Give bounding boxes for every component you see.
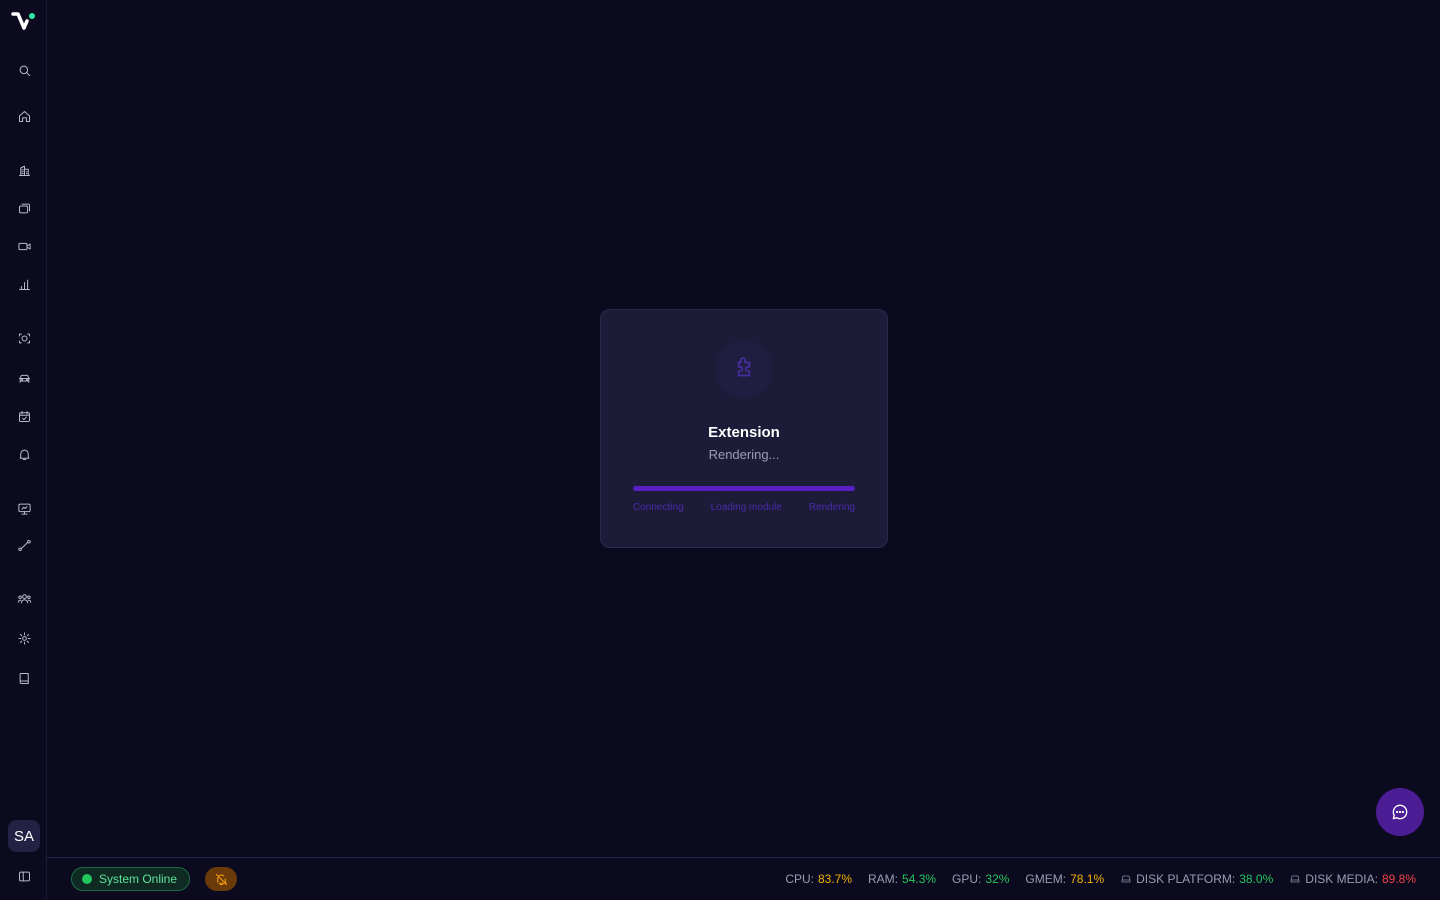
metric-value: 38.0% [1239,872,1274,886]
route-icon [17,539,31,551]
metric-label: RAM: [868,872,899,886]
layers-icon [18,203,30,213]
metric-label: DISK PLATFORM: [1136,872,1236,886]
sidebar-item-schedule[interactable] [12,404,36,428]
loader-icon-wrapper [715,340,773,398]
sidebar-item-docs[interactable] [12,666,36,690]
metric-label: DISK MEDIA: [1305,872,1378,886]
chat-bubble-icon [1392,804,1408,820]
users-icon [17,593,31,603]
notifications-muted-button[interactable] [205,867,237,891]
chat-button[interactable] [1376,788,1424,836]
sidebar-item-buildings[interactable] [12,158,36,182]
search-icon [19,65,30,76]
bar-chart-icon [18,279,30,290]
loader-step: Loading module [710,502,782,513]
metric-disk-media: DISK MEDIA: 89.8% [1289,872,1416,886]
building-icon [18,165,30,176]
sidebar-item-search[interactable] [12,58,36,82]
avatar[interactable]: SA [8,820,40,852]
bell-off-icon [215,873,227,885]
sidebar-item-analytics[interactable] [12,272,36,296]
metric-disk-platform: DISK PLATFORM: 38.0% [1120,872,1273,886]
puzzle-icon [737,357,751,377]
book-icon [19,672,29,684]
sidebar: SA [0,0,47,900]
loader-steps: Connecting Loading module Rendering [633,502,855,513]
bell-icon [19,449,29,460]
metric-value: 54.3% [902,872,937,886]
monitor-chart-icon [17,503,31,515]
metric-value: 78.1% [1070,872,1105,886]
metric-gmem: GMEM: 78.1% [1025,872,1104,886]
logo-icon [11,12,35,30]
home-icon [18,110,30,122]
metric-value: 89.8% [1381,872,1416,886]
loader-progress-fill [633,486,855,491]
metric-gpu: GPU: 32% [952,872,1009,886]
online-dot-icon [82,874,92,884]
hard-drive-icon [1121,875,1131,883]
status-bar: System Online CPU: 83.7% RAM: 54.3% GPU:… [47,857,1440,900]
sidebar-item-vehicles[interactable] [12,366,36,390]
sidebar-item-settings[interactable] [12,626,36,650]
sidebar-item-face-scan[interactable] [12,326,36,350]
metric-ram: RAM: 54.3% [868,872,936,886]
metric-value: 83.7% [817,872,853,886]
sidebar-collapse-button[interactable] [12,864,36,888]
calendar-check-icon [18,410,30,422]
video-camera-icon [17,242,31,250]
metric-label: CPU: [785,872,814,886]
system-metrics: CPU: 83.7% RAM: 54.3% GPU: 32% GMEM: 78.… [785,858,1416,900]
sidebar-item-users[interactable] [12,586,36,610]
hard-drive-icon [1290,875,1300,883]
car-icon [18,374,30,383]
loader-step: Connecting [633,502,684,513]
extension-loader-card: Extension Rendering... Connecting Loadin… [600,309,888,548]
sidebar-toggle-icon [18,871,30,881]
face-scan-icon [18,333,30,343]
sidebar-item-layers[interactable] [12,196,36,220]
sidebar-item-monitor[interactable] [12,496,36,520]
metric-value: 32% [985,872,1010,886]
loader-step: Rendering [808,502,855,513]
app-logo[interactable] [11,10,37,36]
system-status-label: System Online [99,872,178,886]
loader-title: Extension [708,424,780,441]
sidebar-item-cameras[interactable] [12,234,36,258]
loader-subtitle: Rendering... [708,447,780,462]
sidebar-item-alerts[interactable] [12,442,36,466]
metric-cpu: CPU: 83.7% [785,872,852,886]
sidebar-item-routes[interactable] [12,533,36,557]
metric-label: GPU: [952,872,982,886]
metric-label: GMEM: [1025,872,1067,886]
sidebar-item-home[interactable] [12,104,36,128]
system-status-badge: System Online [71,867,191,891]
loader-progress-bar [633,486,855,491]
gear-icon [17,631,31,645]
